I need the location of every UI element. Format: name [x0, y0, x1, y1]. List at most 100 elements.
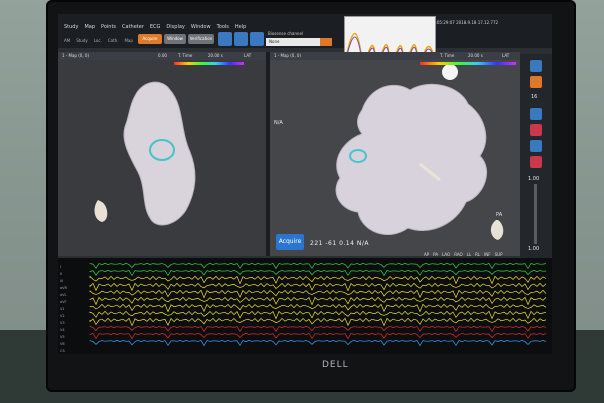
view-inf-button[interactable]: INF [484, 252, 490, 257]
ecg-trace [89, 339, 547, 347]
menu-item-window[interactable]: Window [191, 24, 211, 30]
channel-dropdown-button[interactable] [320, 38, 332, 46]
right-time-value: 20.00 s [468, 53, 483, 58]
app-toolbar: Study Map Points Catheter ECG Display Wi… [58, 14, 552, 48]
ecg-trace [89, 289, 547, 299]
lead-label: V6 [60, 342, 65, 346]
orientation-figure-icon [94, 200, 108, 222]
lead-label: II [60, 272, 63, 276]
record-tool-icon[interactable] [530, 76, 542, 88]
menu-item-study[interactable]: Study [64, 24, 78, 30]
lead-label: V2 [60, 314, 65, 318]
toolbar-tool-icon[interactable] [250, 32, 264, 46]
right-3d-map-view[interactable]: N/A PA [270, 60, 520, 256]
acquire-button[interactable]: Acquire [276, 234, 304, 250]
right-heart-model[interactable] [270, 60, 520, 256]
rotate-tool-icon[interactable] [530, 60, 542, 72]
lead-label: V1 [60, 307, 65, 311]
orientation-figure-icon [490, 220, 504, 240]
toolbar-tool-icon[interactable] [218, 32, 232, 46]
zoom-value: 16 [531, 94, 538, 100]
mapping-app-screen: Study Map Points Catheter ECG Display Wi… [58, 14, 552, 354]
lead-label: V3 [60, 321, 65, 325]
lead-label: aVL [60, 293, 67, 297]
channel-field-label: Biosense channel [268, 31, 304, 36]
submenu-cath[interactable]: Cath. [108, 38, 119, 43]
submenu-map[interactable]: Map [124, 38, 132, 43]
view-ap-button[interactable]: AP [424, 252, 429, 257]
ecg-trace [89, 269, 547, 277]
left-scale-value: 0.00 [158, 53, 167, 58]
right-time-label: T. Time [440, 53, 455, 58]
menu-item-tools[interactable]: Tools [217, 24, 229, 30]
ecg-trace [89, 282, 547, 292]
ecg-trace [89, 332, 547, 340]
toolbar-acquire-button[interactable]: Acquire [138, 34, 162, 44]
ecg-trace [89, 296, 547, 306]
menu-item-help[interactable]: Help [235, 24, 246, 30]
view-tool-icon[interactable] [530, 108, 542, 120]
menu-item-points[interactable]: Points [101, 24, 116, 30]
left-lat-label: LAT [244, 53, 252, 58]
lead-label: aVF [60, 300, 67, 304]
right-lat-colorbar [420, 62, 516, 65]
right-pane-title: 1 - Map (0, 0) [274, 53, 301, 58]
monitor-logo: DELL [322, 360, 349, 370]
channel-select-value: None [269, 39, 280, 44]
lead-label: CS [60, 349, 65, 353]
view-ll-button[interactable]: LL [467, 252, 471, 257]
layer-tool-icon[interactable] [530, 140, 542, 152]
view-rl-button[interactable]: RL [475, 252, 480, 257]
menu-item-display[interactable]: Display [166, 24, 184, 30]
toolbar-verification-button[interactable]: Verification [188, 34, 214, 44]
menu-item-map[interactable]: Map [84, 24, 95, 30]
point-readout: 221 -61 0.14 N/A [310, 240, 369, 247]
left-heart-model[interactable] [58, 60, 266, 256]
menu-item-ecg[interactable]: ECG [150, 24, 161, 30]
lead-label: I [60, 265, 62, 269]
view-tag-label: PA [496, 212, 503, 218]
right-chamber-shape [335, 83, 488, 236]
marker-tool-icon[interactable] [530, 124, 542, 136]
left-3d-map-view[interactable] [58, 60, 266, 256]
ecg-signal-panel[interactable]: I II III aVR aVL aVF V1 V2 V3 V4 V5 V6 C… [58, 258, 552, 354]
submenu-am[interactable]: AM [64, 38, 70, 43]
ecg-traces [89, 262, 547, 347]
na-label: N/A [274, 120, 283, 126]
view-pa-button[interactable]: PA [433, 252, 438, 257]
toolbar-window-button[interactable]: Window [164, 34, 186, 44]
lead-label: V5 [60, 335, 65, 339]
view-sup-button[interactable]: SUP [495, 252, 503, 257]
left-time-label: T. Time [178, 53, 193, 58]
left-pane-title: 1 - Map (0, 0) [62, 53, 89, 58]
view-rao-button[interactable]: RAO [454, 252, 462, 257]
sub-menu-bar: AM Study Loc. Cath. Map [64, 38, 133, 43]
scale-top-value: 1.00 [528, 176, 540, 182]
toolbar-tool-icon[interactable] [234, 32, 248, 46]
menu-item-catheter[interactable]: Catheter [122, 24, 144, 30]
lead-label: aVR [60, 286, 67, 290]
right-pane-header: 1 - Map (0, 0) T. Time 20.00 s LAT [270, 52, 520, 60]
menu-bar: Study Map Points Catheter ECG Display Wi… [64, 24, 246, 30]
ecg-lead-labels: I II III aVR aVL aVF V1 V2 V3 V4 V5 V6 C… [60, 264, 90, 354]
ecg-trace [89, 262, 547, 270]
left-lat-colorbar [174, 62, 244, 65]
right-side-toolbar: 16 1.00 1.00 [520, 54, 552, 264]
ecg-trace [89, 325, 547, 333]
vertical-slider[interactable] [534, 184, 537, 244]
lead-label: III [60, 279, 64, 283]
white-marker-icon [442, 64, 458, 80]
tag-tool-icon[interactable] [530, 156, 542, 168]
submenu-study[interactable]: Study [76, 38, 88, 43]
submenu-loc[interactable]: Loc. [94, 38, 102, 43]
ecg-trace [89, 310, 547, 320]
ecg-trace [89, 275, 547, 285]
left-time-value: 20.00 s [208, 53, 223, 58]
left-chamber-shape [123, 81, 196, 226]
ecg-trace [89, 303, 547, 313]
view-lao-button[interactable]: LAO [442, 252, 450, 257]
lead-label: V4 [60, 328, 65, 332]
scale-bottom-value: 1.00 [528, 246, 540, 252]
orientation-view-buttons: AP PA LAO RAO LL RL INF SUP [424, 252, 503, 257]
left-pane-header: 1 - Map (0, 0) 0.00 T. Time 20.00 s LAT [58, 52, 266, 60]
